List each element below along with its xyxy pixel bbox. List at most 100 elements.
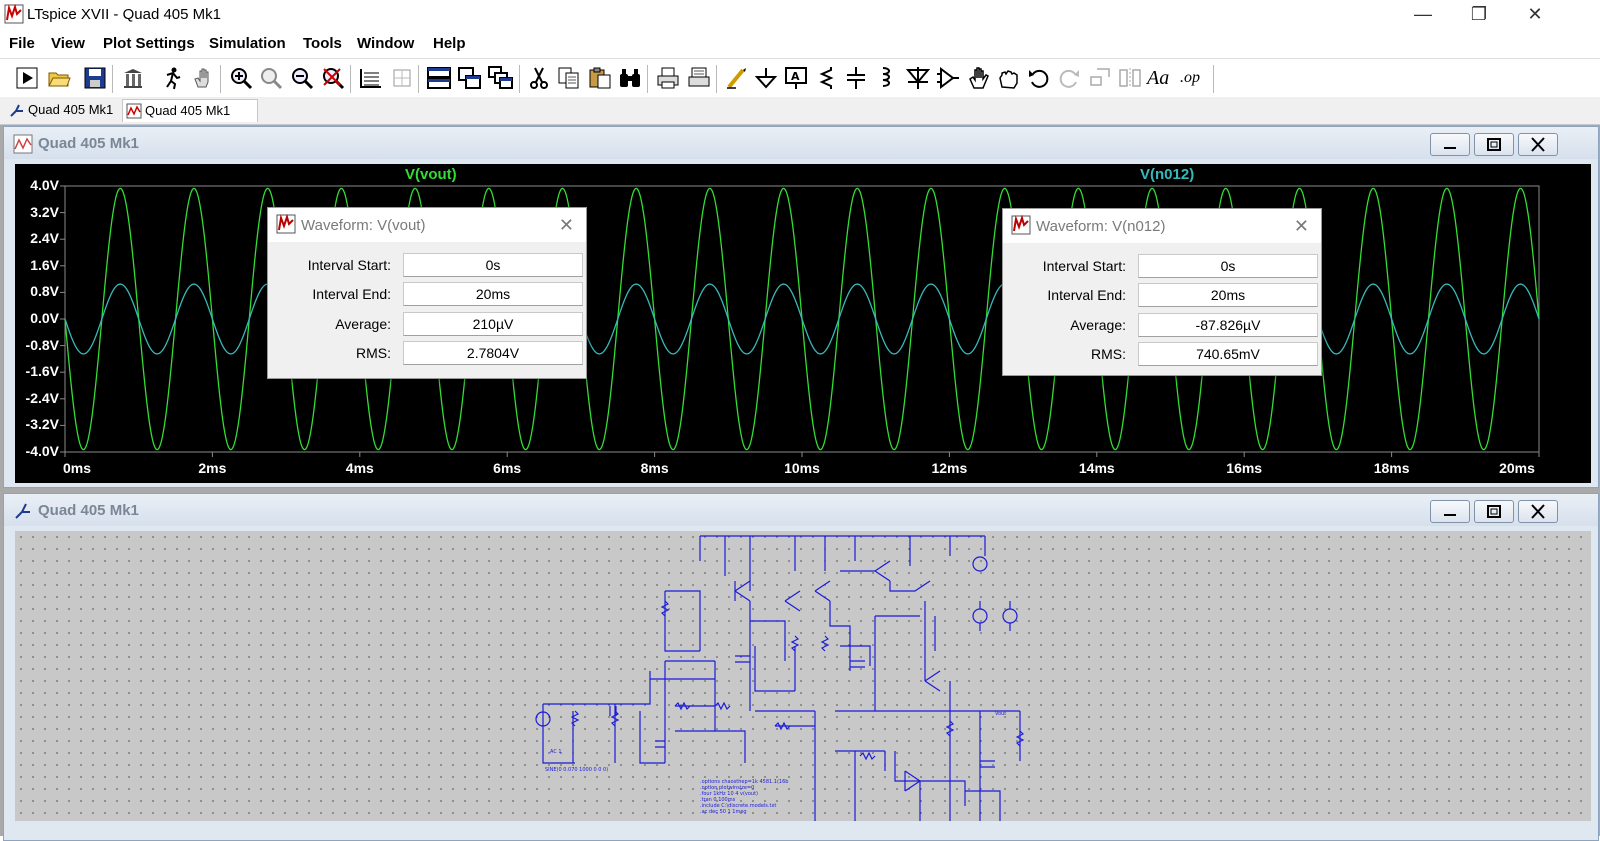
average-row: Average: -87.826µV — [1003, 313, 1321, 337]
print-setup-icon[interactable] — [686, 65, 712, 91]
x-tick-label: 2ms — [198, 460, 227, 476]
drag-icon[interactable] — [996, 65, 1022, 91]
interval-start-row: Interval Start: 0s — [1003, 254, 1321, 278]
tab-schematic[interactable]: Quad 405 Mk1 — [6, 99, 138, 121]
menu-tools[interactable]: Tools — [303, 35, 342, 52]
save-icon[interactable] — [82, 65, 108, 91]
capacitor-icon[interactable] — [843, 65, 869, 91]
cascade-icon[interactable] — [487, 65, 513, 91]
y-tick-label: -2.4V — [25, 389, 59, 406]
y-tick-label: -3.2V — [25, 416, 59, 433]
print-icon[interactable] — [655, 65, 681, 91]
schematic-canvas[interactable]: AC 1 SINE(0 0.070 1000 0 0 0) Vout .opti… — [15, 531, 1591, 821]
pan-icon[interactable] — [190, 65, 216, 91]
window-title: LTspice XVII - Quad 405 Mk1 — [27, 6, 221, 23]
mirror-icon[interactable] — [1117, 65, 1143, 91]
menu-file[interactable]: File — [9, 35, 35, 52]
schematic-close-button[interactable] — [1518, 500, 1558, 523]
x-tick-label: 6ms — [493, 460, 522, 476]
run-icon[interactable] — [14, 65, 40, 91]
zoom-out-icon[interactable] — [289, 65, 315, 91]
rotate-icon[interactable] — [1087, 65, 1113, 91]
menu-help[interactable]: Help — [433, 35, 466, 52]
interval-start-label: Interval Start: — [1042, 258, 1126, 274]
document-tabs: Quad 405 Mk1 Quad 405 Mk1 — [0, 97, 1600, 125]
interval-end-row: Interval End: 20ms — [1003, 283, 1321, 307]
x-tick-label: 12ms — [931, 460, 968, 476]
grid-icon[interactable] — [389, 65, 415, 91]
spice-directive-6: .ac dec 50 1 1meg — [700, 809, 747, 815]
waveform-close-button[interactable] — [1518, 133, 1558, 156]
move-icon[interactable] — [966, 65, 992, 91]
y-tick-label: -1.6V — [25, 363, 59, 380]
control-panel-icon[interactable] — [120, 65, 146, 91]
schematic-maximize-button[interactable] — [1474, 500, 1514, 523]
x-tick-label: 10ms — [784, 460, 820, 476]
wire-icon[interactable] — [724, 65, 750, 91]
schematic-minimize-button[interactable] — [1430, 500, 1470, 523]
y-tick-label: 0.8V — [30, 283, 59, 300]
cut-icon[interactable] — [526, 65, 552, 91]
zoom-in-icon[interactable] — [228, 65, 254, 91]
inductor-icon[interactable] — [873, 65, 899, 91]
interval-end-field[interactable]: 20ms — [403, 282, 583, 306]
spice-directive-icon[interactable]: .op — [1180, 65, 1206, 91]
rms-field[interactable]: 2.7804V — [403, 341, 583, 365]
label-icon[interactable]: A — [783, 65, 809, 91]
waveform-icon — [126, 103, 142, 119]
rms-field[interactable]: 740.65mV — [1138, 342, 1318, 366]
dialog-title: Waveform: V(n012) — [1036, 218, 1166, 235]
schematic-icon — [10, 104, 23, 117]
halt-icon[interactable] — [159, 65, 185, 91]
resistor-icon[interactable] — [813, 65, 839, 91]
text-icon[interactable]: Aa — [1147, 65, 1173, 91]
menu-window[interactable]: Window — [357, 35, 414, 52]
dialog-close-icon[interactable]: ✕ — [1294, 216, 1309, 237]
dialog-close-icon[interactable]: ✕ — [559, 215, 574, 236]
find-icon[interactable] — [617, 65, 643, 91]
menu-view[interactable]: View — [51, 35, 85, 52]
tab-label: Quad 405 Mk1 — [28, 102, 114, 117]
component-icon[interactable] — [935, 65, 961, 91]
autorange-icon[interactable] — [358, 65, 384, 91]
waveform-minimize-button[interactable] — [1430, 133, 1470, 156]
average-field[interactable]: -87.826µV — [1138, 313, 1318, 337]
y-tick-label: 1.6V — [30, 256, 59, 273]
redo-icon[interactable] — [1056, 65, 1082, 91]
copy-icon[interactable] — [556, 65, 582, 91]
waveform-dialog-vout: Waveform: V(vout) ✕ Interval Start: 0s In… — [267, 207, 587, 379]
average-field[interactable]: 210µV — [403, 312, 583, 336]
interval-start-field[interactable]: 0s — [403, 253, 583, 277]
rms-label: RMS: — [356, 345, 391, 361]
ground-icon[interactable] — [753, 65, 779, 91]
minimize-button[interactable]: — — [1400, 0, 1446, 30]
dialog-titlebar[interactable]: Waveform: V(n012) ✕ — [1003, 209, 1321, 243]
tile-horizontal-icon[interactable] — [426, 65, 452, 91]
zoom-area-icon[interactable] — [258, 65, 284, 91]
menu-plot-settings[interactable]: Plot Settings — [103, 35, 195, 52]
open-icon[interactable] — [46, 65, 72, 91]
dialog-titlebar[interactable]: Waveform: V(vout) ✕ — [268, 208, 586, 242]
restore-button[interactable]: ❐ — [1456, 0, 1502, 30]
trace-label-vout[interactable]: V(vout) — [405, 166, 457, 183]
paste-icon[interactable] — [587, 65, 613, 91]
close-button[interactable]: ✕ — [1512, 0, 1558, 30]
zoom-cancel-icon[interactable] — [320, 65, 346, 91]
interval-start-field[interactable]: 0s — [1138, 254, 1318, 278]
tab-label: Quad 405 Mk1 — [145, 103, 231, 118]
diode-icon[interactable] — [905, 65, 931, 91]
interval-end-field[interactable]: 20ms — [1138, 283, 1318, 307]
svg-text:A: A — [791, 70, 800, 83]
schematic-icon — [15, 503, 30, 519]
menu-simulation[interactable]: Simulation — [209, 35, 286, 52]
plot-pane[interactable]: 4.0V 3.2V 2.4V 1.6V 0.8V 0.0V -0.8V -1.6V -2.4V -… — [15, 164, 1591, 483]
x-tick-label: 0ms — [62, 460, 92, 476]
schematic-window-titlebar[interactable]: Quad 405 Mk1 — [4, 494, 1598, 526]
tile-vertical-icon[interactable] — [457, 65, 483, 91]
x-tick-label: 20ms — [1499, 460, 1535, 476]
tab-waveform[interactable]: Quad 405 Mk1 — [122, 99, 258, 122]
waveform-window-titlebar[interactable]: Quad 405 Mk1 — [4, 127, 1598, 159]
trace-label-n012[interactable]: V(n012) — [1140, 166, 1194, 183]
waveform-maximize-button[interactable] — [1474, 133, 1514, 156]
undo-icon[interactable] — [1026, 65, 1052, 91]
